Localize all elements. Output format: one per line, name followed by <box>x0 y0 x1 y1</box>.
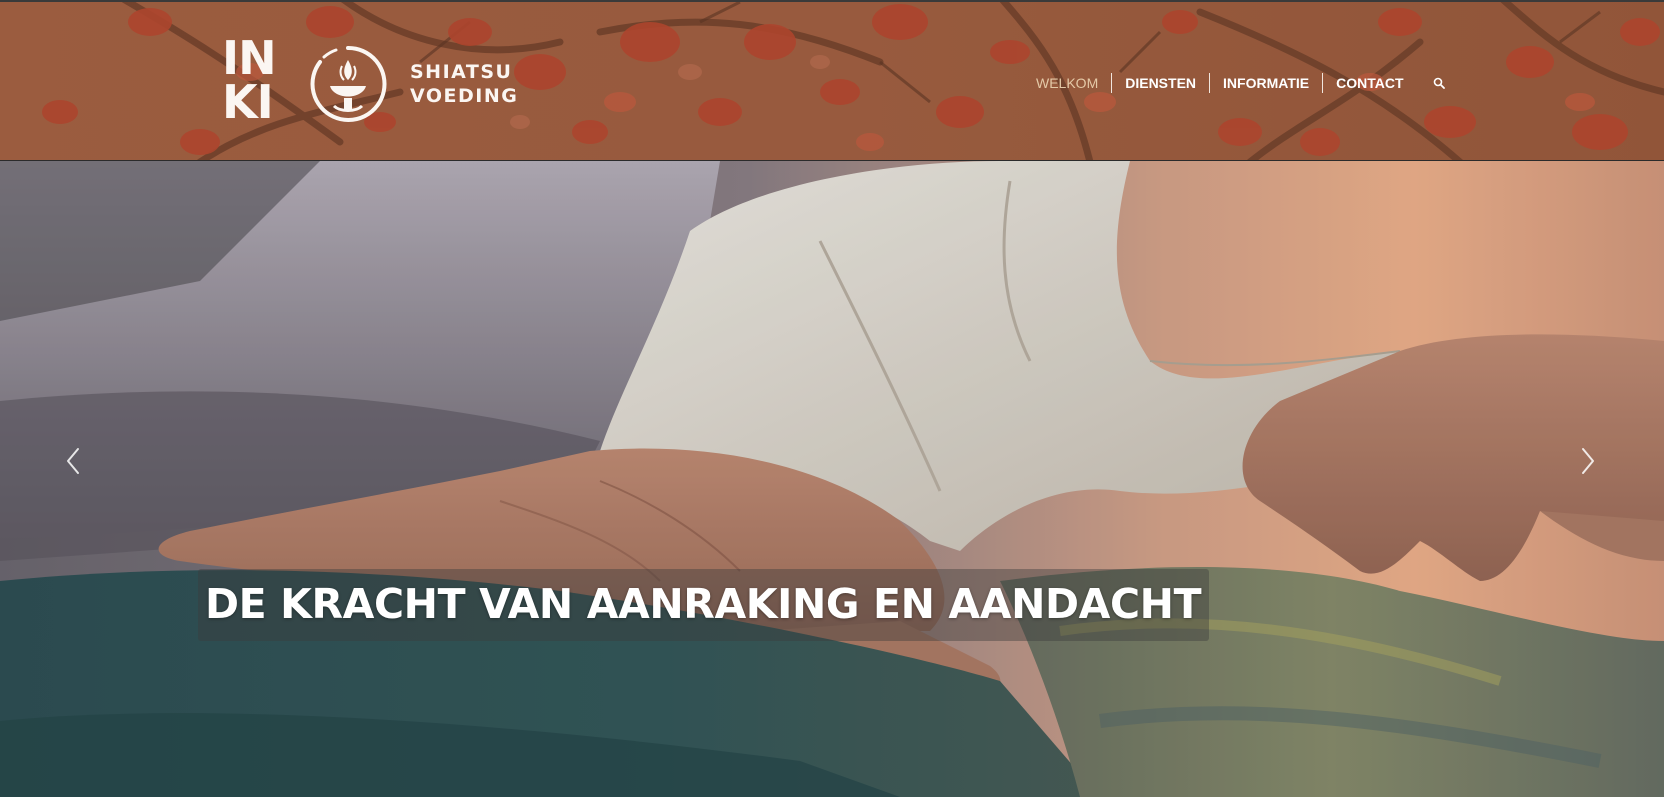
hero-slider: DE KRACHT VAN AANRAKING EN AANDACHT <box>0 161 1664 797</box>
slide-caption-text: DE KRACHT VAN AANRAKING EN AANDACHT <box>205 580 1202 628</box>
logo-word-shiatsu: SHIATSU <box>410 61 513 83</box>
chevron-left-icon <box>67 448 79 474</box>
search-icon-glyph <box>1433 77 1445 89</box>
logo-line-in: IN <box>222 31 277 85</box>
site-logo[interactable]: IN KI SHIATSU VOEDING <box>222 31 532 132</box>
hero-slide-image <box>0 161 1664 797</box>
slider-prev-button[interactable] <box>53 431 93 491</box>
slider-next-button[interactable] <box>1568 431 1608 491</box>
nav-item-contact[interactable]: CONTACT <box>1322 73 1416 93</box>
search-icon[interactable] <box>1431 75 1447 91</box>
logo-line-ki: KI <box>222 75 274 129</box>
logo-word-voeding: VOEDING <box>410 85 519 107</box>
site-header: IN KI SHIATSU VOEDING WELKOM DIENSTEN IN… <box>0 0 1664 160</box>
logo-inki-mark: IN KI <box>222 31 288 132</box>
nav-item-informatie[interactable]: INFORMATIE <box>1209 73 1322 93</box>
chevron-right-icon <box>1582 448 1594 474</box>
main-navigation: WELKOM DIENSTEN INFORMATIE CONTACT <box>1024 72 1447 94</box>
logo-wordmark: SHIATSU VOEDING <box>410 60 518 108</box>
nav-item-welkom[interactable]: WELKOM <box>1024 73 1111 93</box>
nav-item-diensten[interactable]: DIENSTEN <box>1111 73 1209 93</box>
logo-emblem-icon <box>310 45 387 122</box>
slide-caption: DE KRACHT VAN AANRAKING EN AANDACHT <box>198 569 1210 641</box>
